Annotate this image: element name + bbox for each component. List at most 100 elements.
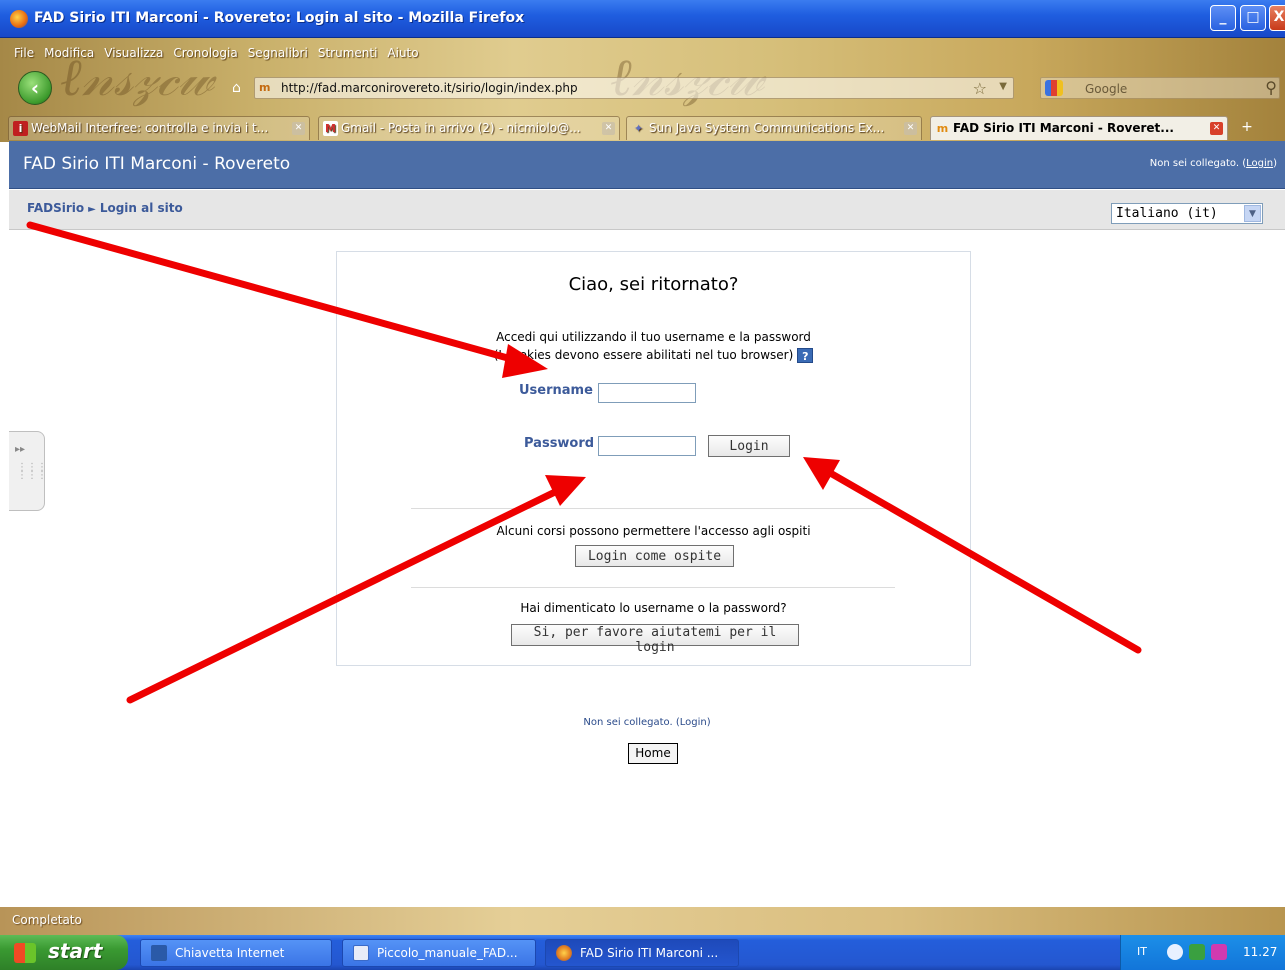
bookmark-star-icon[interactable]: ☆ [973, 79, 987, 98]
footer-login-link[interactable]: Login [680, 717, 707, 728]
site-header: FAD Sirio ITI Marconi - Rovereto Non sei… [9, 141, 1285, 189]
status-bar: Completato [0, 907, 1285, 935]
address-bar[interactable]: m http://fad.marconirovereto.it/sirio/lo… [254, 77, 1014, 99]
username-label: Username [519, 383, 593, 398]
taskbar-item-word[interactable]: Piccolo_manuale_FAD... [342, 939, 536, 967]
close-button[interactable]: X [1269, 5, 1285, 31]
taskbar-item-chiavetta[interactable]: Chiavetta Internet [140, 939, 332, 967]
url-dropdown-icon[interactable]: ▼ [999, 81, 1007, 92]
chevron-down-icon[interactable]: ▼ [1244, 205, 1261, 222]
home-icon[interactable]: ⌂ [232, 80, 250, 96]
menu-visualizza[interactable]: Visualizza [104, 46, 163, 64]
password-input[interactable] [598, 436, 696, 456]
taskbar-item-label: FAD Sirio ITI Marconi ... [580, 946, 719, 960]
back-button[interactable]: ‹ [18, 71, 52, 105]
site-name: FAD Sirio ITI Marconi - Rovereto [23, 154, 291, 174]
breadcrumb-current: Login al sito [99, 201, 183, 215]
modem-icon [151, 945, 167, 961]
login-desc-line2: (I cookies devono essere abilitati nel t… [493, 348, 794, 362]
login-description: Accedi qui utilizzando il tuo username e… [337, 328, 970, 364]
login-desc-line1: Accedi qui utilizzando il tuo username e… [496, 330, 811, 344]
webmail-icon: i [13, 121, 28, 136]
login-button[interactable]: Login [708, 435, 790, 457]
firefox-icon [556, 945, 572, 961]
login-heading: Ciao, sei ritornato? [568, 274, 739, 295]
gmail-icon: M [323, 121, 338, 136]
start-button[interactable]: start [0, 935, 128, 970]
footer-login-text: ) [706, 717, 711, 728]
forgot-password-button[interactable]: Si, per favore aiutatemi per il login [511, 624, 799, 655]
page-content: FAD Sirio ITI Marconi - Rovereto Non sei… [9, 141, 1285, 907]
language-value[interactable]: Italiano (it) [1116, 206, 1218, 221]
sidebar-toggle[interactable]: ▸▸ ⋮⋮⋮ ⋮⋮⋮ [9, 431, 47, 511]
guest-login-button[interactable]: Login come ospite [575, 545, 734, 567]
sun-icon: ✦ [633, 122, 644, 135]
search-bar[interactable]: Google ⚲ [1040, 77, 1280, 99]
taskbar-item-firefox[interactable]: FAD Sirio ITI Marconi ... [545, 939, 739, 967]
password-label: Password [524, 436, 595, 451]
url-text[interactable]: http://fad.marconirovereto.it/sirio/logi… [281, 81, 578, 95]
menu-strumenti[interactable]: Strumenti [318, 46, 378, 64]
taskbar: start Chiavetta Internet Piccolo_manuale… [0, 935, 1285, 970]
divider [411, 508, 895, 509]
guest-note: Alcuni corsi possono permettere l'access… [496, 524, 811, 538]
start-label: start [48, 939, 103, 963]
window-titlebar: FAD Sirio ITI Marconi - Rovereto: Login … [0, 0, 1285, 38]
search-placeholder[interactable]: Google [1085, 82, 1127, 96]
help-icon[interactable]: ? [797, 348, 814, 363]
taskbar-item-label: Chiavetta Internet [175, 946, 285, 960]
google-icon[interactable] [1045, 80, 1063, 96]
menu-modifica[interactable]: Modifica [44, 46, 94, 64]
windows-logo-icon [14, 943, 36, 963]
menu-file[interactable]: File [14, 46, 34, 64]
firefox-icon [10, 10, 28, 28]
status-text: Completato [12, 913, 82, 927]
moodle-icon: m [936, 122, 949, 135]
tab-sun-java[interactable]: ✦ Sun Java System Communications Ex... ✕ [626, 116, 922, 140]
menu-segnalibri[interactable]: Segnalibri [248, 46, 308, 64]
footer-home-button[interactable]: Home [628, 743, 678, 764]
login-info: Non sei collegato. (Login) [1150, 158, 1277, 169]
footer-login-info: Non sei collegato. (Login) [9, 717, 1285, 728]
clock: 11.27 [1243, 945, 1278, 959]
forgot-note: Hai dimenticato lo username o la passwor… [520, 601, 787, 615]
tab-close-icon[interactable]: ✕ [904, 122, 917, 135]
word-document-icon [353, 945, 369, 961]
menu-bar: File Modifica Visualizza Cronologia Segn… [14, 46, 419, 64]
system-tray: IT 11.27 [1120, 935, 1285, 970]
tab-close-icon[interactable]: ✕ [602, 122, 615, 135]
tab-gmail[interactable]: M Gmail - Posta in arrivo (2) - nicmiolo… [318, 116, 620, 140]
tray-arrow-icon[interactable] [1167, 944, 1183, 960]
tab-close-icon[interactable]: ✕ [1210, 122, 1223, 135]
login-info-text: ) [1273, 158, 1277, 169]
expand-icon: ▸▸ [15, 444, 26, 455]
tab-fad-sirio[interactable]: m FAD Sirio ITI Marconi - Roveret... ✕ [930, 116, 1228, 140]
tab-webmail[interactable]: i WebMail Interfree: controlla e invia i… [8, 116, 310, 140]
maximize-button[interactable]: □ [1240, 5, 1266, 31]
login-link[interactable]: Login [1246, 158, 1273, 169]
breadcrumb-home-link[interactable]: FADSirio [27, 201, 84, 215]
breadcrumb: FADSirio ► Login al sito [27, 201, 183, 215]
tab-label: Sun Java System Communications Ex... [649, 121, 885, 135]
tab-label: FAD Sirio ITI Marconi - Roveret... [953, 121, 1174, 135]
site-favicon: m [259, 81, 271, 94]
tray-language[interactable]: IT [1137, 945, 1147, 958]
new-tab-icon[interactable]: + [1236, 119, 1258, 139]
menu-aiuto[interactable]: Aiuto [387, 46, 418, 64]
window-title: FAD Sirio ITI Marconi - Rovereto: Login … [34, 10, 525, 26]
tab-close-icon[interactable]: ✕ [292, 122, 305, 135]
footer-login-text: Non sei collegato. ( [583, 717, 680, 728]
language-select[interactable]: Italiano (it) ▼ [1111, 203, 1263, 224]
grip-icon: ⋮⋮⋮ ⋮⋮⋮ [17, 462, 47, 481]
search-icon[interactable]: ⚲ [1265, 78, 1277, 97]
login-box: Ciao, sei ritornato? Accedi qui utilizza… [336, 251, 971, 666]
username-input[interactable] [598, 383, 696, 403]
tray-network-icon[interactable] [1189, 944, 1205, 960]
tab-label: WebMail Interfree: controlla e invia i t… [31, 121, 269, 135]
login-info-text: Non sei collegato. ( [1149, 158, 1247, 169]
menu-cronologia[interactable]: Cronologia [173, 46, 237, 64]
tab-label: Gmail - Posta in arrivo (2) - nicmiolo@.… [341, 121, 581, 135]
tab-strip: i WebMail Interfree: controlla e invia i… [0, 116, 1285, 140]
tray-app-icon[interactable] [1211, 944, 1227, 960]
minimize-button[interactable]: _ [1210, 5, 1236, 31]
